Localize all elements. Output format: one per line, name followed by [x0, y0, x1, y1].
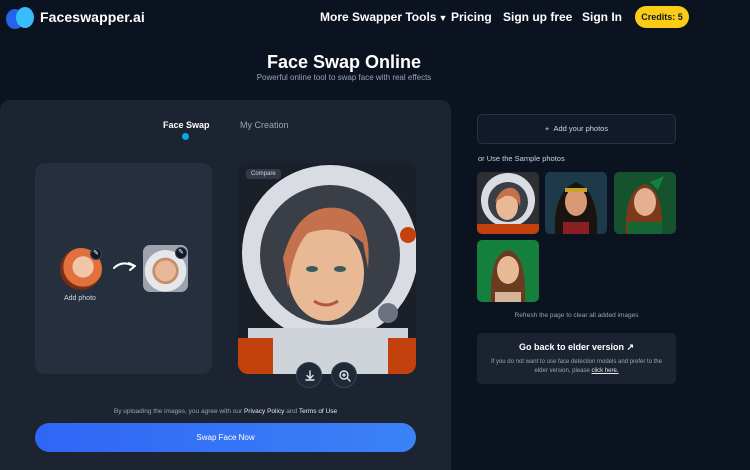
download-button[interactable] [296, 362, 322, 388]
nav-signup[interactable]: Sign up free [503, 10, 572, 24]
active-tab-indicator [182, 133, 189, 140]
compare-label[interactable]: Compare [246, 169, 281, 179]
refresh-note: Refresh the page to clear all added imag… [514, 312, 639, 319]
zoom-button[interactable] [331, 362, 357, 388]
terms-of-use-link[interactable]: Terms of Use [299, 408, 337, 415]
click-here-link[interactable]: click here. [592, 368, 619, 374]
tab-face-swap[interactable]: Face Swap [163, 120, 210, 130]
brand-name[interactable]: Faceswapper.ai [40, 9, 145, 25]
disclaimer-and: and [286, 408, 298, 415]
result-image [238, 163, 416, 374]
sample-photo-warrior[interactable] [545, 172, 607, 234]
page-title: Face Swap Online [266, 52, 422, 72]
edit-icon[interactable]: ✎ [90, 248, 102, 260]
download-icon [305, 370, 315, 381]
sample-photo-portrait[interactable] [477, 240, 539, 302]
arrow-right-icon [113, 262, 136, 271]
brand-logo-icon[interactable] [6, 6, 36, 30]
tab-my-creation[interactable]: My Creation [240, 120, 289, 130]
page-subtitle: Powerful online tool to swap face with r… [256, 73, 432, 82]
plus-icon: + [544, 124, 550, 133]
nav-signin[interactable]: Sign In [582, 10, 622, 24]
sample-photos-label: or Use the Sample photos [478, 154, 565, 163]
nav-more-tools-label: More Swapper Tools [320, 10, 437, 24]
add-photo-label: Add photo [64, 295, 96, 302]
edit-icon[interactable]: ✎ [175, 247, 187, 259]
top-nav: Faceswapper.ai More Swapper Tools ▼ Prici… [0, 0, 750, 36]
elder-version-text: If you do not want to use face detection… [486, 358, 667, 375]
privacy-policy-link[interactable]: Privacy Policy [244, 408, 284, 415]
zoom-icon [339, 370, 351, 382]
add-photos-label: Add your photos [553, 124, 609, 133]
swap-face-button[interactable]: Swap Face Now [35, 423, 416, 452]
sample-photo-astronaut[interactable] [477, 172, 539, 234]
elder-version-description: If you do not want to use face detection… [490, 359, 663, 374]
terms-disclaimer: By uploading the images, you agree with … [35, 408, 416, 415]
add-photos-button[interactable]: + Add your photos [477, 114, 676, 144]
disclaimer-text: By uploading the images, you agree with … [113, 408, 243, 415]
sample-photo-green-dress[interactable] [614, 172, 676, 234]
nav-more-tools[interactable]: More Swapper Tools ▼ [320, 10, 447, 24]
nav-pricing[interactable]: Pricing [451, 10, 492, 24]
credits-badge[interactable]: Credits: 5 [635, 6, 689, 28]
elder-version-link[interactable]: Go back to elder version ↗ [477, 342, 676, 353]
chevron-down-icon: ▼ [438, 13, 448, 23]
